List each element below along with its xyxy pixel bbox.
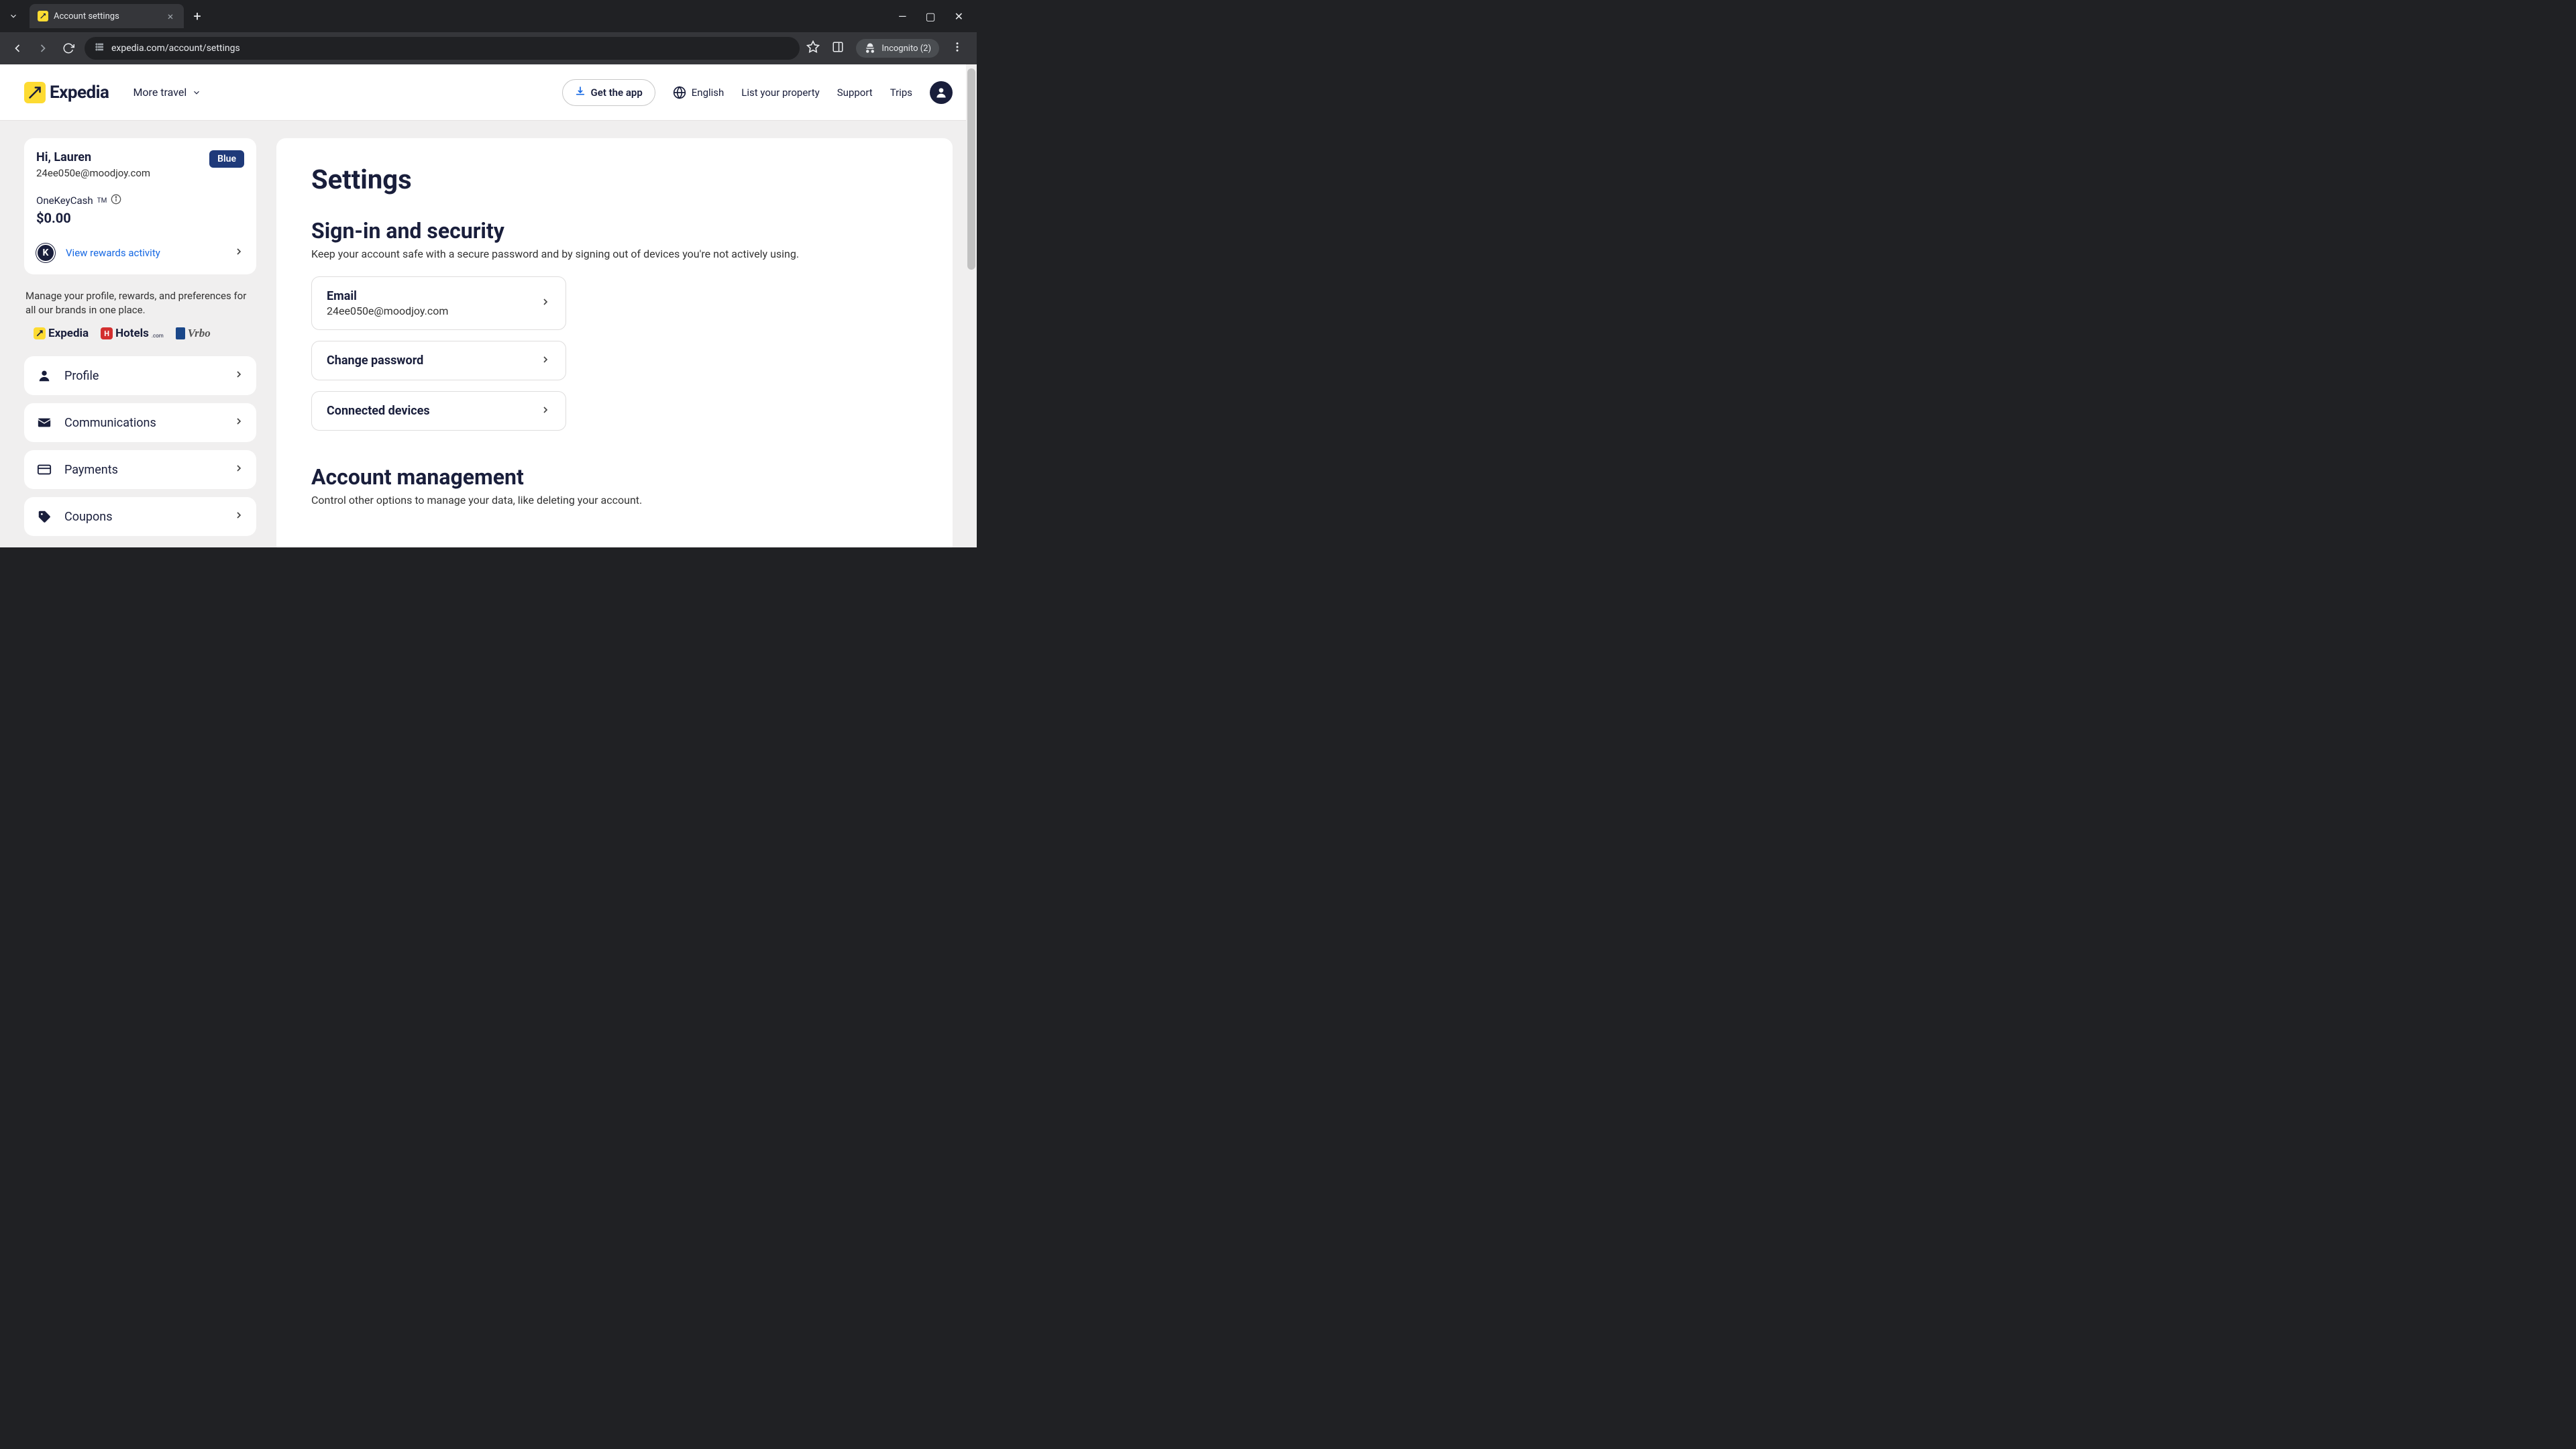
list-property-link[interactable]: List your property (741, 87, 819, 99)
account-avatar[interactable] (930, 81, 953, 104)
person-icon (36, 368, 52, 383)
expedia-logo-icon (24, 82, 46, 103)
minimize-icon[interactable]: — (898, 10, 907, 23)
trademark-label: TM (97, 197, 107, 205)
section-signin-title: Sign-in and security (311, 218, 918, 244)
sidebar: Hi, Lauren 24ee050e@moodjoy.com Blue One… (24, 138, 256, 544)
brand-hotels: H Hotels .com (101, 327, 164, 340)
main-panel: Settings Sign-in and security Keep your … (276, 138, 953, 547)
card-icon (36, 462, 52, 477)
vrbo-brand-icon (176, 327, 185, 339)
incognito-label: Incognito (2) (881, 44, 931, 54)
get-app-label: Get the app (591, 87, 643, 99)
browser-toolbar: expedia.com/account/settings Incognito (… (0, 32, 977, 64)
tier-badge: Blue (209, 150, 244, 168)
manage-description: Manage your profile, rewards, and prefer… (25, 289, 255, 317)
download-icon (575, 86, 586, 99)
incognito-indicator[interactable]: Incognito (2) (856, 39, 939, 58)
greeting: Hi, Lauren (36, 150, 150, 164)
tab-close-icon[interactable]: × (165, 10, 176, 23)
menu-icon[interactable] (951, 41, 963, 56)
brand-expedia: Expedia (34, 327, 89, 340)
section-account-mgmt-title: Account management (311, 464, 918, 490)
more-travel-menu[interactable]: More travel (133, 86, 201, 99)
page-title: Settings (311, 164, 918, 195)
onekeycash-label: OneKeyCash (36, 195, 93, 207)
url-text: expedia.com/account/settings (111, 43, 240, 54)
setting-email[interactable]: Email 24ee050e@moodjoy.com (311, 276, 566, 330)
sidebar-item-profile[interactable]: Profile (24, 356, 256, 395)
content-area: Hi, Lauren 24ee050e@moodjoy.com Blue One… (0, 121, 977, 547)
new-tab-button[interactable]: + (184, 8, 210, 24)
tab-title: Account settings (54, 11, 119, 21)
mail-icon (36, 415, 52, 430)
expedia-brand-icon (34, 327, 46, 339)
sidebar-item-coupons[interactable]: Coupons (24, 497, 256, 536)
person-icon (934, 86, 948, 99)
back-button[interactable] (8, 39, 27, 58)
tab-favicon-icon (38, 11, 48, 21)
reload-button[interactable] (59, 39, 78, 58)
browser-tab-strip: Account settings × + — ▢ ✕ (0, 0, 977, 32)
expedia-logo[interactable]: Expedia (24, 82, 109, 103)
forward-button[interactable] (34, 39, 52, 58)
browser-tab[interactable]: Account settings × (30, 4, 184, 28)
chevron-right-icon (540, 297, 551, 310)
more-travel-label: More travel (133, 86, 186, 99)
chevron-right-icon (540, 354, 551, 368)
chevron-right-icon (540, 405, 551, 418)
chevron-right-icon (233, 246, 244, 260)
bookmark-icon[interactable] (806, 40, 820, 56)
tab-search-dropdown[interactable] (0, 4, 27, 28)
view-rewards-link[interactable]: K View rewards activity (36, 239, 244, 265)
user-summary-card: Hi, Lauren 24ee050e@moodjoy.com Blue One… (24, 138, 256, 274)
sidebar-item-payments[interactable]: Payments (24, 450, 256, 489)
side-panel-icon[interactable] (832, 41, 844, 56)
onekeycash-amount: $0.00 (36, 210, 244, 226)
chevron-right-icon (233, 369, 244, 382)
section-account-mgmt-desc: Control other options to manage your dat… (311, 494, 918, 506)
language-selector[interactable]: English (673, 86, 724, 99)
chevron-down-icon (192, 88, 201, 97)
close-window-icon[interactable]: ✕ (955, 10, 963, 23)
trips-link[interactable]: Trips (890, 87, 912, 99)
brand-vrbo: Vrbo (176, 327, 211, 340)
tag-icon (36, 509, 52, 524)
setting-connected-devices[interactable]: Connected devices (311, 391, 566, 431)
globe-icon (673, 86, 686, 99)
get-app-button[interactable]: Get the app (562, 79, 655, 106)
info-icon[interactable] (111, 194, 121, 207)
sidebar-item-communications[interactable]: Communications (24, 403, 256, 442)
window-controls: — ▢ ✕ (898, 10, 977, 23)
onekey-logo-icon: K (36, 244, 55, 262)
chevron-right-icon (233, 416, 244, 429)
language-label: English (692, 87, 724, 99)
maximize-icon[interactable]: ▢ (925, 10, 935, 23)
scrollbar[interactable] (966, 64, 977, 547)
setting-change-password[interactable]: Change password (311, 341, 566, 380)
scrollbar-thumb[interactable] (967, 68, 975, 270)
rewards-link-text: View rewards activity (66, 247, 160, 259)
page-viewport: Expedia More travel Get the app English … (0, 64, 977, 547)
site-settings-icon[interactable] (94, 42, 105, 55)
section-signin-desc: Keep your account safe with a secure pas… (311, 248, 918, 260)
chevron-right-icon (233, 463, 244, 476)
brands-row: Expedia H Hotels .com Vrbo (24, 327, 256, 340)
user-email: 24ee050e@moodjoy.com (36, 167, 150, 179)
expedia-logo-text: Expedia (50, 83, 109, 103)
support-link[interactable]: Support (837, 87, 873, 99)
hotels-brand-icon: H (101, 327, 113, 339)
chevron-right-icon (233, 510, 244, 523)
address-bar[interactable]: expedia.com/account/settings (85, 37, 800, 60)
site-header: Expedia More travel Get the app English … (0, 64, 977, 121)
